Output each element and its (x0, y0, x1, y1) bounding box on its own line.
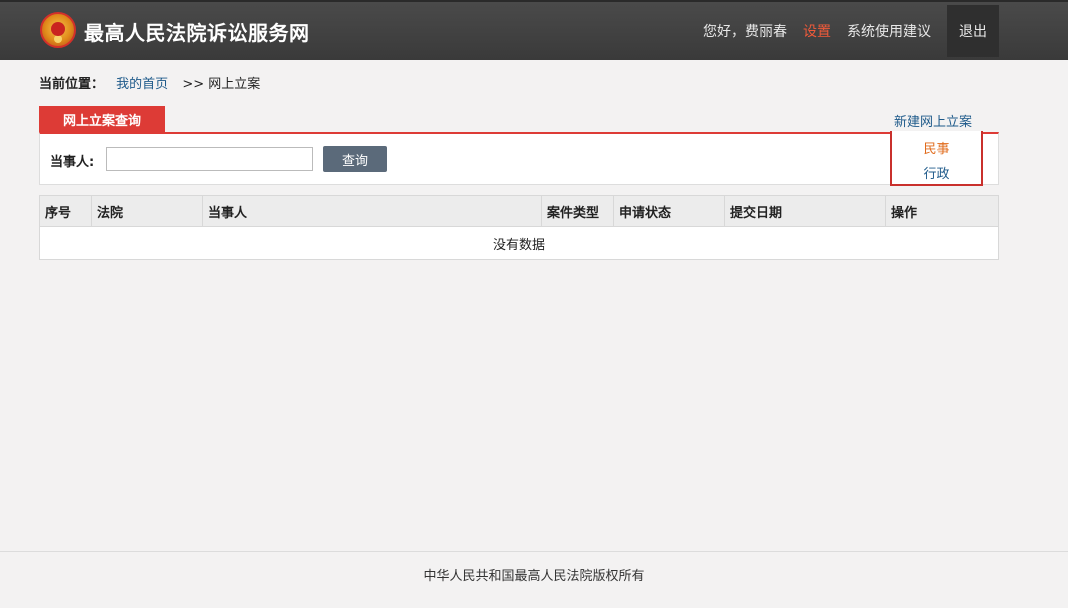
footer-divider (0, 551, 1068, 552)
party-search-input[interactable] (106, 147, 313, 171)
table-header-row: 序号 法院 当事人 案件类型 申请状态 提交日期 操作 (39, 195, 999, 227)
new-case-type-dropdown: 民事 行政 (890, 131, 983, 186)
top-header: 最高人民法院诉讼服务网 您好，费丽春 设置 系统使用建议 退出 (0, 0, 1068, 60)
settings-link[interactable]: 设置 (803, 21, 831, 41)
filing-results-table: 序号 法院 当事人 案件类型 申请状态 提交日期 操作 没有数据 (39, 195, 999, 260)
breadcrumb-label: 当前位置： (39, 77, 105, 92)
party-label: 当事人: (50, 155, 95, 170)
empty-table-message: 没有数据 (39, 226, 999, 260)
breadcrumb-current: >> 网上立案 (182, 77, 261, 92)
court-emblem-icon (40, 12, 76, 48)
table-row: 没有数据 (39, 226, 999, 260)
col-header-status: 申请状态 (613, 195, 725, 227)
footer-copyright: 中华人民共和国最高人民法院版权所有 (423, 569, 645, 584)
dropdown-item-administrative[interactable]: 行政 (892, 163, 981, 182)
new-online-filing-link[interactable]: 新建网上立案 (894, 111, 972, 130)
dropdown-item-civil[interactable]: 民事 (892, 138, 981, 157)
feedback-link[interactable]: 系统使用建议 (847, 21, 931, 41)
logout-button[interactable]: 退出 (947, 5, 999, 57)
col-header-submit-date: 提交日期 (724, 195, 886, 227)
query-button[interactable]: 查询 (323, 146, 387, 172)
tab-online-filing-query[interactable]: 网上立案查询 (39, 106, 165, 133)
col-header-index: 序号 (39, 195, 92, 227)
col-header-court: 法院 (91, 195, 203, 227)
col-header-actions: 操作 (885, 195, 999, 227)
col-header-party: 当事人 (202, 195, 542, 227)
breadcrumb: 当前位置： 我的首页 >> 网上立案 (39, 73, 260, 92)
breadcrumb-home-link[interactable]: 我的首页 (116, 77, 168, 92)
site-title: 最高人民法院诉讼服务网 (84, 21, 310, 45)
header-nav: 您好，费丽春 设置 系统使用建议 退出 (703, 2, 1068, 60)
user-greeting: 您好，费丽春 (703, 24, 787, 40)
col-header-case-type: 案件类型 (541, 195, 614, 227)
search-panel: 当事人: 查询 (39, 132, 999, 185)
